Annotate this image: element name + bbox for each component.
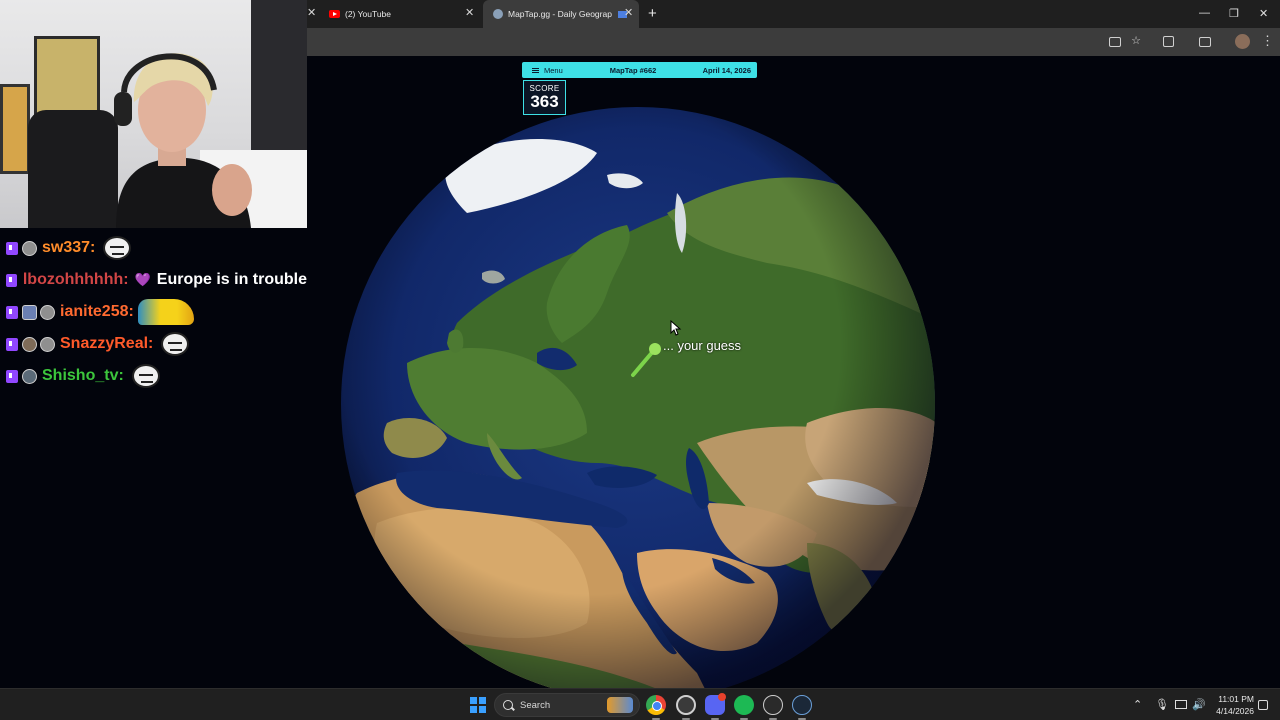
chat-username[interactable]: Shisho_tv: <box>42 367 124 385</box>
purple-heart-emote-icon: 💜 <box>134 272 151 287</box>
streamer-app-icon[interactable] <box>763 695 783 715</box>
browser-tab-bar: ✕ (2) YouTube ✕ MapTap.gg - Daily Geogra… <box>307 0 1280 28</box>
tab-maptap[interactable]: MapTap.gg - Daily Geograp <box>483 0 639 28</box>
search-label: Search <box>520 699 551 711</box>
youtube-icon <box>329 10 340 18</box>
extensions-icon[interactable] <box>1163 36 1174 47</box>
sub-badge-icon <box>22 368 37 384</box>
steam-icon[interactable] <box>792 695 812 715</box>
chrome-icon[interactable] <box>646 695 666 715</box>
taskbar-search[interactable]: Search <box>494 693 640 717</box>
chat-message: SnazzyReal: <box>0 328 307 360</box>
webcam-wall-poster <box>0 84 30 174</box>
tab-label: MapTap.gg - Daily Geograp <box>508 9 612 19</box>
windows-taskbar: Search ⌃ 🎙 🔊 11:01 PM 4/14/2026 <box>0 688 1280 720</box>
puzzle-date: April 14, 2026 <box>702 65 751 75</box>
webcam-streamer <box>114 53 252 228</box>
browser-toolbar: ☆ ⋮ <box>307 28 1280 56</box>
twitch-prime-badge-icon <box>6 305 18 319</box>
clock-date: 4/14/2026 <box>1216 706 1254 716</box>
chat-username[interactable]: SnazzyReal: <box>60 335 153 353</box>
pepe-stare-emote-icon <box>103 236 132 260</box>
pepe-stare-emote-icon <box>131 364 160 388</box>
twitch-prime-badge-icon <box>6 369 18 383</box>
chat-text: Europe is in trouble <box>156 271 307 288</box>
game-header-bar: Menu MapTap #662 April 14, 2026 <box>522 62 757 78</box>
chat-message: ianite258: <box>0 296 307 328</box>
chat-username[interactable]: sw337: <box>42 239 95 257</box>
webcam-overlay <box>0 0 307 228</box>
guess-label: ... your guess <box>663 338 742 353</box>
minimize-button[interactable]: — <box>1199 7 1210 19</box>
chat-username[interactable]: lbozohhhhhh: <box>23 271 129 289</box>
obs-icon[interactable] <box>676 695 696 715</box>
close-window-button[interactable]: ✕ <box>1259 7 1268 20</box>
close-icon[interactable]: ✕ <box>465 6 474 19</box>
hamburger-menu-icon <box>532 67 539 73</box>
puzzle-number: MapTap #662 <box>609 65 657 75</box>
spotify-icon[interactable] <box>734 695 754 715</box>
volume-icon[interactable]: 🔊 <box>1192 698 1206 711</box>
globe-map[interactable] <box>337 103 939 688</box>
globe[interactable] <box>307 73 969 688</box>
screen: sw337: lbozohhhhhh: 💜 Europe is in troub… <box>0 0 1280 720</box>
webcam-wall-poster <box>34 36 100 116</box>
webcam-background-wall <box>251 0 307 160</box>
search-highlight-icon <box>607 697 633 713</box>
new-tab-button[interactable]: + <box>648 5 657 22</box>
taskbar-clock[interactable]: 11:01 PM 4/14/2026 <box>1208 693 1254 717</box>
maximize-button[interactable]: ❐ <box>1229 7 1239 20</box>
clock-time: 11:01 PM <box>1218 694 1254 704</box>
sub-badge-icon <box>22 336 37 352</box>
sub-badge-icon <box>40 304 55 320</box>
twitch-prime-badge-icon <box>6 337 18 351</box>
bookmark-star-icon[interactable]: ☆ <box>1129 34 1143 48</box>
globe-icon <box>493 9 503 19</box>
microphone-icon[interactable]: 🎙 <box>1155 698 1169 711</box>
notification-badge <box>718 693 726 701</box>
mouse-cursor-icon <box>670 320 682 336</box>
sub-badge-icon <box>22 240 37 256</box>
twitch-prime-badge-icon <box>6 273 17 287</box>
install-app-icon[interactable] <box>1109 37 1121 47</box>
score-box: SCORE 363 <box>523 80 566 115</box>
close-icon[interactable]: ✕ <box>624 6 633 19</box>
maptap-page: Menu MapTap #662 April 14, 2026 SCORE 36… <box>307 56 1280 688</box>
side-panel-icon[interactable] <box>1199 37 1211 47</box>
chat-message: sw337: <box>0 232 307 264</box>
network-icon[interactable] <box>1175 700 1187 709</box>
chat-username[interactable]: ianite258: <box>60 303 134 321</box>
profile-avatar[interactable] <box>1235 34 1250 49</box>
pikachu-emote-icon <box>137 299 194 325</box>
tab-label: (2) YouTube <box>345 9 391 19</box>
more-options-icon[interactable]: ⋮ <box>1261 33 1274 49</box>
menu-button[interactable]: Menu <box>532 66 563 75</box>
chevron-up-icon[interactable]: ⌃ <box>1133 698 1142 711</box>
sub-badge-icon <box>40 336 55 352</box>
start-button[interactable] <box>470 697 486 713</box>
pepe-stare-emote-icon <box>161 332 190 356</box>
twitch-prime-badge-icon <box>6 241 18 255</box>
windows-logo-icon <box>470 697 477 704</box>
stream-chat: sw337: lbozohhhhhh: 💜 Europe is in troub… <box>0 232 307 392</box>
chat-message: lbozohhhhhh: 💜 Europe is in trouble <box>0 264 307 296</box>
tab-youtube[interactable]: (2) YouTube <box>329 0 479 28</box>
notifications-icon[interactable] <box>1258 700 1268 710</box>
chat-message: Shisho_tv: <box>0 360 307 392</box>
search-icon <box>503 700 513 710</box>
score-value: 363 <box>530 92 559 111</box>
close-icon[interactable]: ✕ <box>307 6 316 19</box>
sub-badge-icon <box>22 304 37 320</box>
menu-label: Menu <box>544 65 563 75</box>
